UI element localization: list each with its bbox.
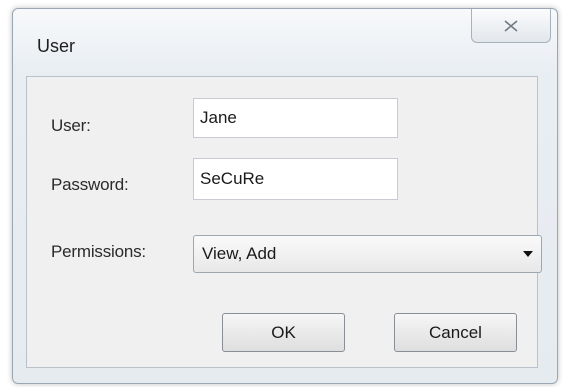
dialog-content: User: Password: Permissions: View, Add O…: [26, 76, 542, 368]
ok-button[interactable]: OK: [222, 313, 345, 352]
user-field[interactable]: [193, 98, 398, 138]
user-label: User:: [51, 116, 91, 135]
close-icon: [504, 19, 518, 32]
cancel-button[interactable]: Cancel: [394, 313, 517, 352]
permissions-select[interactable]: View, Add: [193, 235, 542, 273]
permissions-label: Permissions:: [51, 242, 146, 261]
password-field[interactable]: [193, 158, 398, 200]
password-label: Password:: [51, 175, 129, 194]
close-button[interactable]: [471, 9, 551, 43]
user-dialog: User User: Password: Permissions: View, …: [12, 8, 558, 384]
permissions-value: View, Add: [202, 244, 277, 263]
chevron-down-icon[interactable]: [523, 251, 533, 257]
dialog-title: User: [37, 36, 76, 56]
